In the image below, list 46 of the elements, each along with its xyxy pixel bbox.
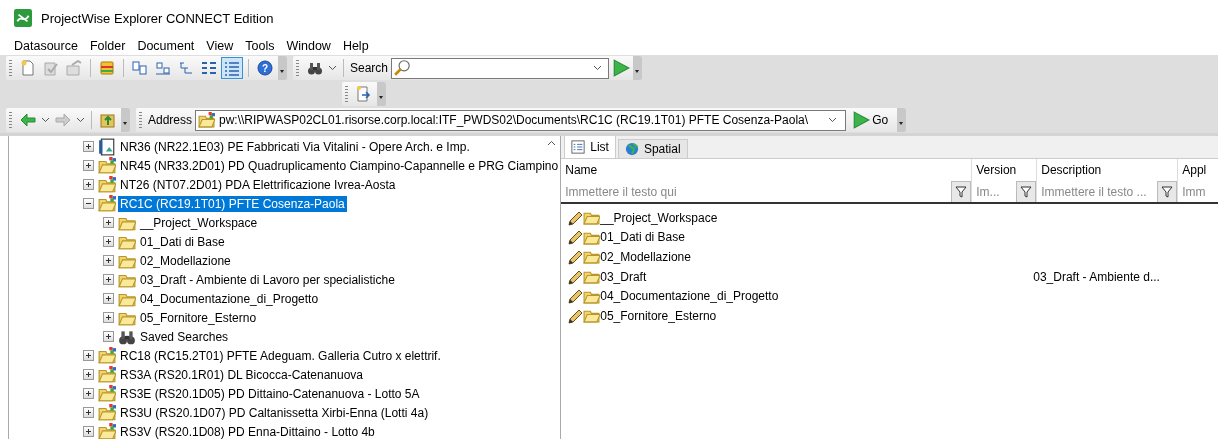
menu-item[interactable]: Folder (83, 38, 132, 53)
address-field[interactable]: pw:\\RIPWASP02CL01.risorse.corp.local:ITF_PWDS02\Documents\RC1C (RC19.1T01) PFTE Cosenza-Paola\ (195, 109, 847, 131)
menu-item[interactable]: View (200, 38, 240, 53)
tab[interactable]: List (564, 136, 616, 158)
tree-item[interactable]: 02_Modellazione (138, 252, 233, 269)
table-cell: __Project_Workspace (600, 210, 718, 225)
column-header[interactable]: Appl (1182, 163, 1218, 177)
tree-item[interactable]: Saved Searches (138, 328, 231, 345)
filter-field[interactable]: Immettere il testo ... (1041, 184, 1147, 199)
menu-item[interactable]: Window (280, 38, 337, 53)
menu-item[interactable]: Datasource (8, 38, 84, 53)
table-cell: 03_Draft - Ambiente d... (1033, 269, 1160, 284)
table-cell: 04_Documentazione_di_Progetto (600, 289, 779, 304)
filter-field[interactable]: Imm (1182, 184, 1206, 199)
go-button[interactable]: Go (849, 111, 895, 129)
tree-item[interactable]: NR36 (NR22.1E03) PE Fabbricati Via Vitalini - Opere Arch. e Imp. (118, 138, 472, 155)
column-header[interactable]: Description (1041, 163, 1178, 177)
table-cell: 02_Modellazione (600, 250, 691, 264)
tree-item[interactable]: RC18 (RC15.2T01) PFTE Adeguam. Galleria Cutro x elettrif. (118, 347, 443, 364)
tree-item[interactable]: __Project_Workspace (138, 214, 260, 231)
column-header[interactable]: Name (565, 163, 972, 177)
filter-field[interactable]: Im... (976, 184, 1000, 199)
tree-item[interactable]: RS3A (RS20.1R01) DL Bicocca-Catenanuova (118, 366, 366, 383)
tree-item[interactable]: NR45 (NR33.2D01) PD Quadruplicamento Ciampino-Capannelle e PRG Ciampino (118, 157, 561, 174)
tree-item[interactable]: 03_Draft - Ambiente di Lavoro per specialistiche (138, 271, 397, 288)
menu-item[interactable]: Help (336, 38, 375, 53)
tree-item[interactable]: 05_Fornitore_Esterno (138, 309, 259, 326)
search-label: Search (350, 61, 389, 75)
tree-item[interactable]: RS3V (RS20.1D08) PD Enna-Dittaino - Lotto 4b (118, 423, 377, 439)
table-cell: 03_Draft (600, 269, 647, 284)
menu-item[interactable]: Tools (239, 38, 281, 53)
tree-item[interactable]: RC1C (RC19.1T01) PFTE Cosenza-Paola (118, 195, 347, 212)
filter-field[interactable]: Immettere il testo qui (565, 184, 677, 199)
help-icon[interactable]: ? (257, 60, 273, 76)
menu-item[interactable]: Document (131, 38, 201, 53)
window-title: ProjectWise Explorer CONNECT Edition (41, 10, 274, 26)
tree-item[interactable]: 04_Documentazione_di_Progetto (138, 290, 321, 307)
tree-item[interactable]: 01_Dati di Base (138, 233, 227, 250)
table-cell: 05_Fornitore_Esterno (600, 308, 717, 323)
tree-item[interactable]: NT26 (NT07.2D01) PDA Elettrificazione Ivrea-Aosta (118, 176, 398, 193)
address-label: Address (148, 113, 193, 127)
column-header[interactable]: Version (976, 163, 1037, 177)
tree-item[interactable]: RS3E (RS20.1D05) PD Dittaino-Catenanuova - Lotto 5A (118, 385, 422, 402)
tab[interactable]: Spatial (617, 139, 688, 158)
tree-item[interactable]: RS3U (RS20.1D07) PD Caltanissetta Xirbi-Enna (Lotti 4a) (118, 404, 431, 421)
table-cell: 01_Dati di Base (600, 230, 685, 245)
